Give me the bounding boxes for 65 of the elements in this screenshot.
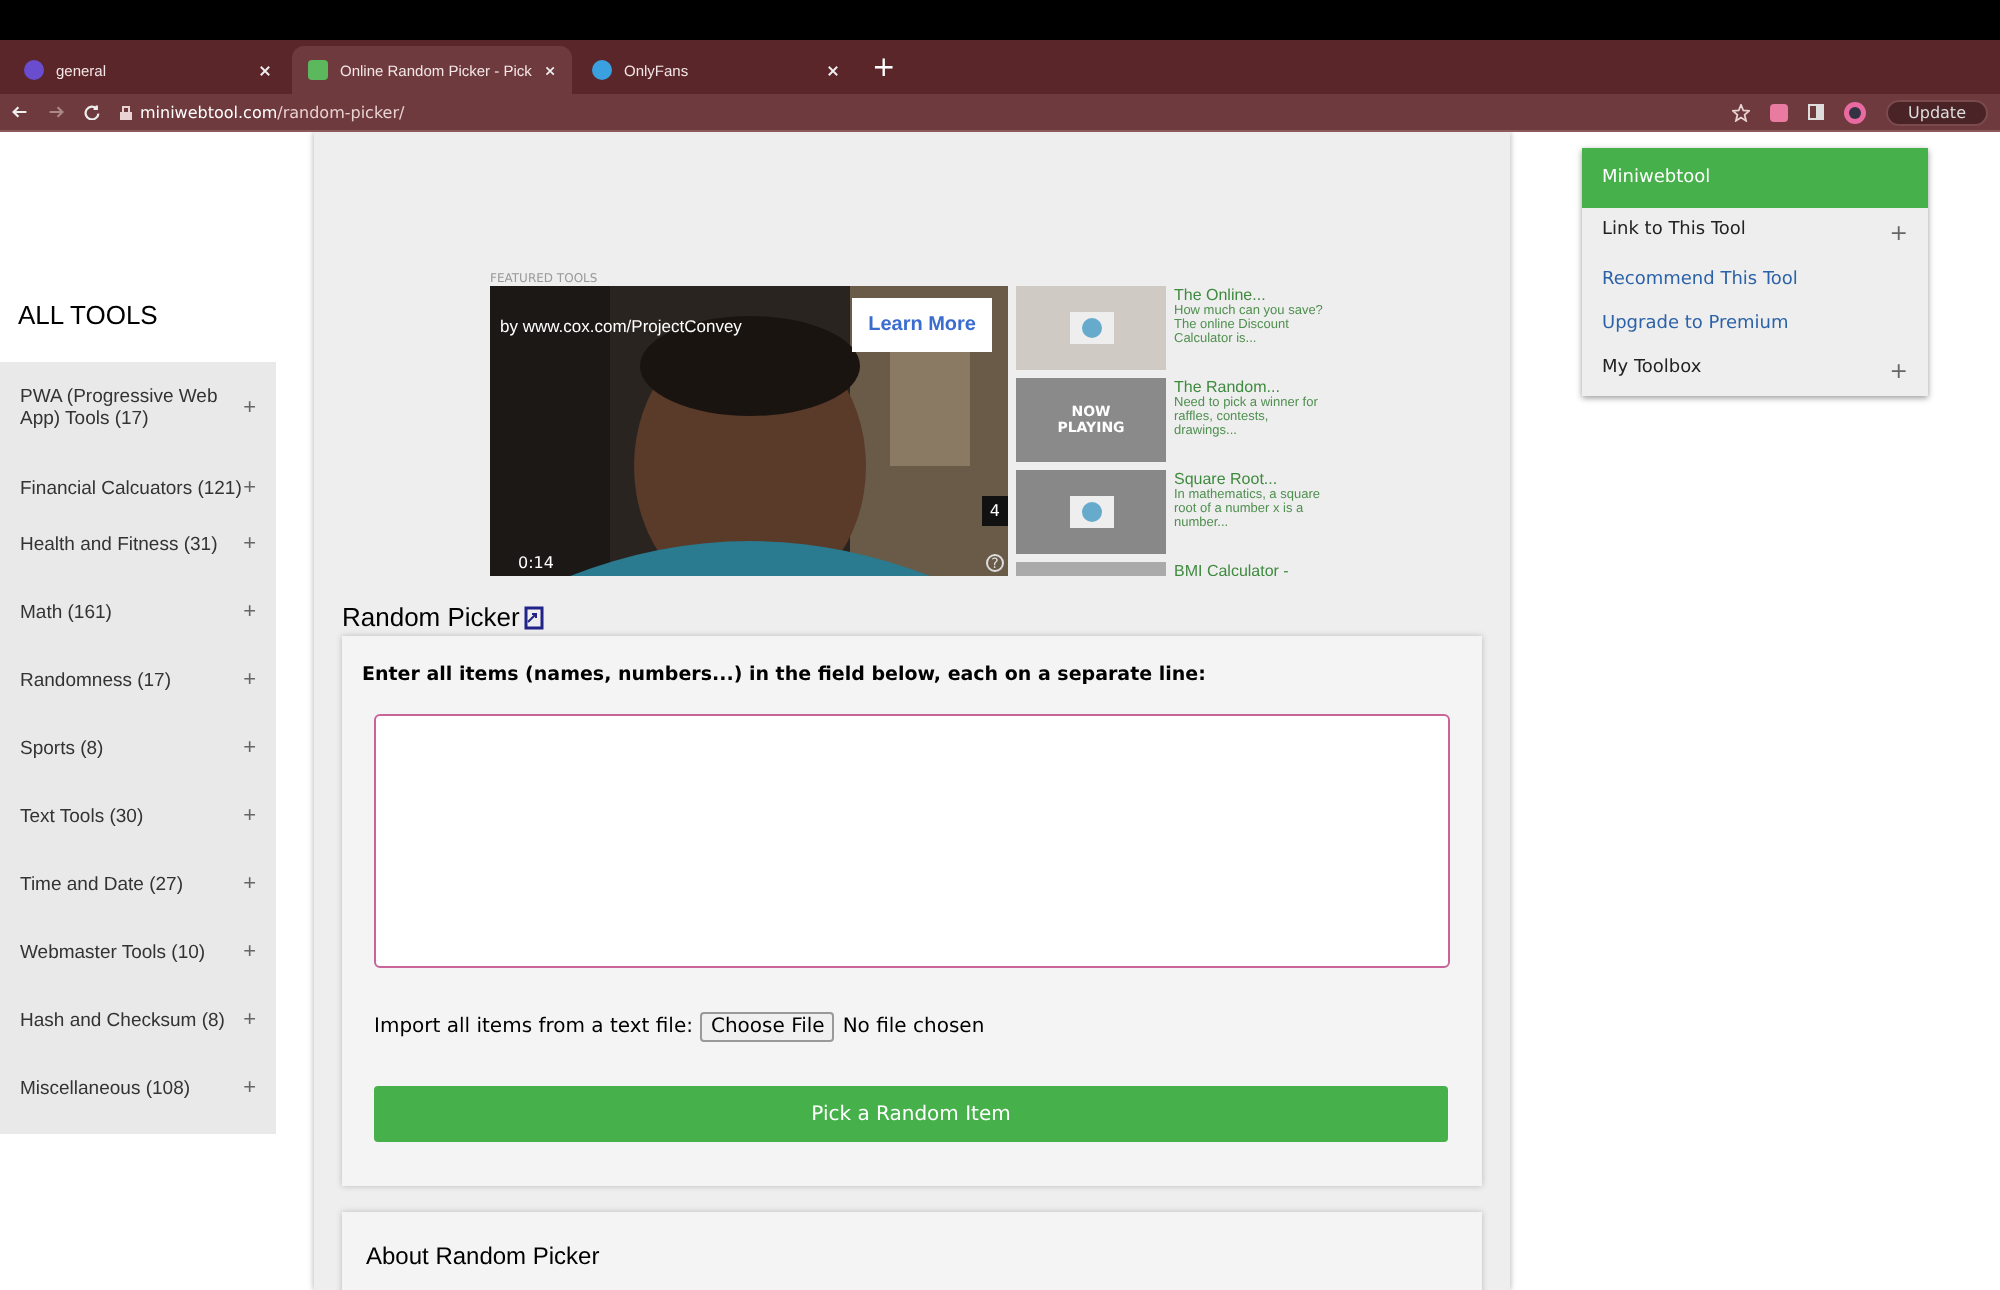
extension-icon[interactable] xyxy=(1770,103,1789,121)
forward-icon[interactable] xyxy=(48,104,64,120)
featured-title: Square Root... xyxy=(1174,470,1280,488)
learn-more-button[interactable]: Learn More xyxy=(852,298,992,352)
close-icon[interactable] xyxy=(543,63,556,77)
import-label: Import all items from a text file: xyxy=(374,1016,693,1038)
sidebar-title: ALL TOOLS xyxy=(16,300,160,330)
pick-random-item-button[interactable]: Pick a Random Item xyxy=(374,1086,1448,1142)
expand-icon[interactable]: + xyxy=(243,396,256,420)
expand-icon[interactable]: + xyxy=(243,668,256,692)
menu-item[interactable]: Link to This Tool + xyxy=(1582,208,1928,258)
expand-icon[interactable]: + xyxy=(243,476,256,500)
avatar-icon[interactable] xyxy=(1844,101,1867,123)
video-time: 0:14 xyxy=(518,554,554,572)
category-item[interactable]: Math (161) + xyxy=(0,578,276,646)
featured-title: The Online... xyxy=(1174,286,1268,304)
link-icon[interactable] xyxy=(523,605,544,629)
tool-title: Random Picker xyxy=(342,602,520,632)
category-item[interactable]: Hash and Checksum (8) + xyxy=(0,986,276,1054)
new-tab-button[interactable]: + xyxy=(872,51,896,83)
star-icon[interactable] xyxy=(1732,103,1751,121)
video-count: 4 xyxy=(981,496,1008,526)
expand-icon[interactable]: + xyxy=(243,532,256,556)
file-status: No file chosen xyxy=(842,1016,985,1038)
expand-icon[interactable]: + xyxy=(1889,220,1908,246)
about-title: About Random Picker xyxy=(366,1242,602,1270)
expand-icon[interactable]: + xyxy=(1889,358,1908,384)
category-item[interactable]: Text Tools (30) + xyxy=(0,782,276,850)
expand-icon[interactable]: + xyxy=(243,872,256,896)
category-item[interactable]: PWA (Progressive Web App) Tools (17) + xyxy=(0,374,276,442)
expand-icon[interactable]: + xyxy=(243,940,256,964)
expand-icon[interactable]: + xyxy=(243,736,256,760)
category-item[interactable]: Randomness (17) + xyxy=(0,646,276,714)
expand-icon[interactable]: + xyxy=(243,1076,256,1100)
items-input-field[interactable] xyxy=(374,714,1450,968)
choose-file-button[interactable]: Choose File xyxy=(700,1012,835,1042)
tab-favicon-icon xyxy=(308,60,328,80)
category-item[interactable]: Time and Date (27) + xyxy=(0,850,276,918)
featured-item[interactable]: BMI Calculator - xyxy=(1016,562,1334,576)
reload-icon[interactable] xyxy=(84,104,100,120)
category-item[interactable]: Webmaster Tools (10) + xyxy=(0,918,276,986)
expand-icon[interactable]: + xyxy=(243,804,256,828)
expand-icon[interactable]: + xyxy=(243,1008,256,1032)
menu-item[interactable]: My Toolbox + xyxy=(1582,346,1928,396)
update-button[interactable]: Update xyxy=(1886,99,1988,125)
back-icon[interactable] xyxy=(12,104,28,120)
instruction-text: Enter all items (names, numbers...) in the field below, each on a separate line: xyxy=(362,664,1208,686)
video-credit: by www.cox.com/ProjectConvey xyxy=(500,316,742,336)
menu-link[interactable]: Upgrade to Premium xyxy=(1582,302,1928,346)
category-item[interactable]: Sports (8) + xyxy=(0,714,276,782)
lock-icon xyxy=(120,105,132,119)
featured-title: BMI Calculator - xyxy=(1174,562,1291,576)
address-field[interactable]: miniwebtool.com/random-picker/ xyxy=(140,103,405,121)
menu-link[interactable]: Recommend This Tool xyxy=(1582,258,1928,302)
expand-icon[interactable]: + xyxy=(243,600,256,624)
tab-favicon-icon xyxy=(592,60,612,80)
category-item[interactable]: Financial Calcuators (121)+ xyxy=(0,442,276,510)
tab-favicon-icon xyxy=(24,60,44,80)
sidebar-icon[interactable] xyxy=(1808,104,1825,120)
menu-header: Miniwebtool xyxy=(1582,148,1928,208)
category-item[interactable]: Health and Fitness (31) + xyxy=(0,510,276,578)
category-item[interactable]: Miscellaneous (108) + xyxy=(0,1054,276,1122)
close-icon[interactable] xyxy=(258,63,272,77)
featured-title: The Random... xyxy=(1174,378,1282,396)
close-icon[interactable] xyxy=(826,63,840,77)
